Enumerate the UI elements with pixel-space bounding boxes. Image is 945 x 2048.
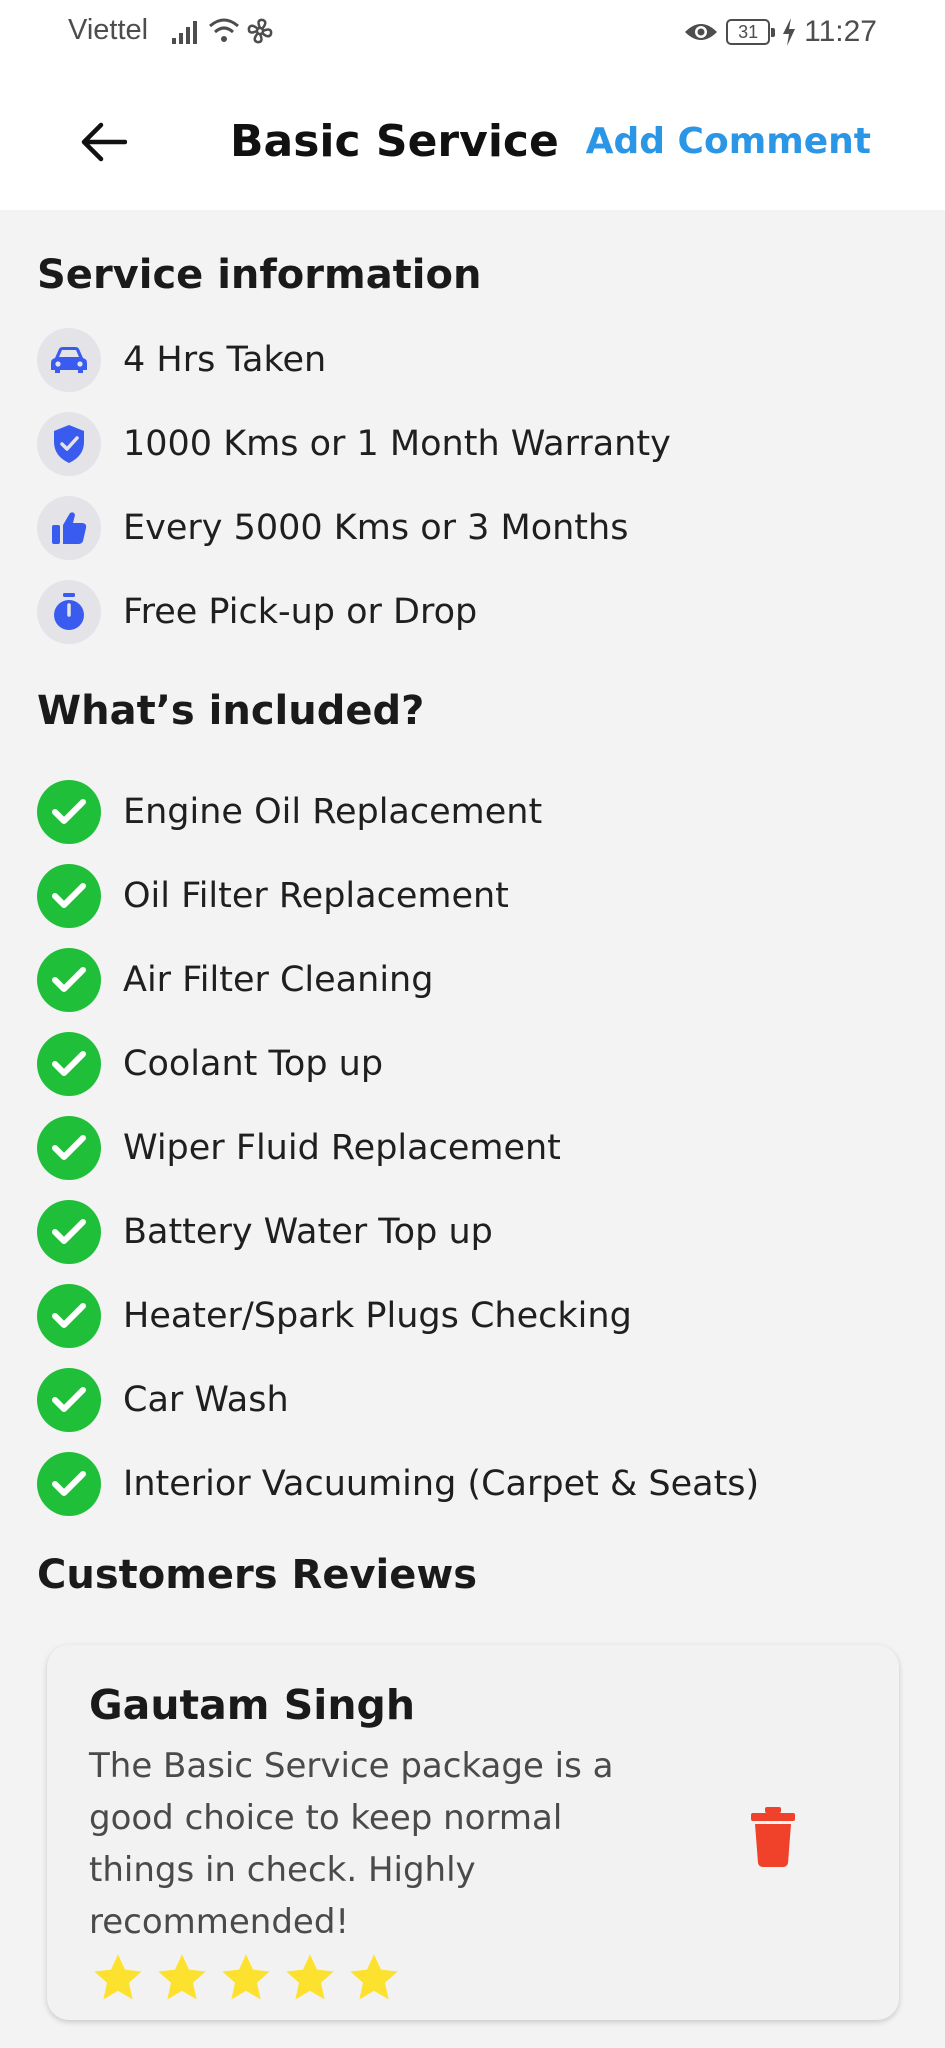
- status-bar: Viettel 31 11:27: [0, 0, 945, 70]
- included-item-text: Heater/Spark Plugs Checking: [123, 1296, 632, 1336]
- service-info-item: Free Pick-up or Drop: [37, 580, 477, 644]
- star-icon: [94, 1954, 142, 2000]
- included-item-text: Oil Filter Replacement: [123, 876, 509, 916]
- included-item-text: Air Filter Cleaning: [123, 960, 434, 1000]
- add-comment-button[interactable]: Add Comment: [586, 110, 871, 174]
- arrow-left-icon: [81, 122, 127, 162]
- included-item: Coolant Top up: [37, 1032, 383, 1096]
- service-info-item: 4 Hrs Taken: [37, 328, 326, 392]
- star-icon: [222, 1954, 270, 2000]
- car-icon: [37, 328, 101, 392]
- included-item-text: Battery Water Top up: [123, 1212, 493, 1252]
- included-item-text: Car Wash: [123, 1380, 289, 1420]
- wifi-icon: [209, 18, 239, 42]
- included-heading: What’s included?: [37, 688, 425, 734]
- delete-review-button[interactable]: [749, 1807, 797, 1867]
- check-circle-icon: [37, 1452, 101, 1516]
- service-info-heading: Service information: [37, 252, 482, 298]
- included-item: Heater/Spark Plugs Checking: [37, 1284, 632, 1348]
- check-circle-icon: [37, 864, 101, 928]
- check-circle-icon: [37, 1284, 101, 1348]
- included-item-text: Wiper Fluid Replacement: [123, 1128, 561, 1168]
- app-bar: Basic Service Add Comment: [0, 70, 945, 210]
- battery-level: 31: [738, 21, 759, 42]
- service-info-item: Every 5000 Kms or 3 Months: [37, 496, 628, 560]
- page-title: Basic Service: [230, 116, 559, 167]
- stopwatch-icon: [37, 580, 101, 644]
- star-icon: [350, 1954, 398, 2000]
- included-item-text: Interior Vacuuming (Carpet & Seats): [123, 1464, 760, 1504]
- trash-icon: [751, 1807, 795, 1867]
- star-rating: [91, 1951, 401, 2005]
- reviewer-name: Gautam Singh: [89, 1681, 416, 1729]
- included-item: Wiper Fluid Replacement: [37, 1116, 561, 1180]
- included-item: Oil Filter Replacement: [37, 864, 509, 928]
- charging-icon: [783, 18, 796, 46]
- check-circle-icon: [37, 1368, 101, 1432]
- shield-check-icon: [37, 412, 101, 476]
- carrier-name: Viettel: [68, 14, 149, 46]
- included-item-text: Engine Oil Replacement: [123, 792, 543, 832]
- check-circle-icon: [37, 1200, 101, 1264]
- check-circle-icon: [37, 1116, 101, 1180]
- check-circle-icon: [37, 1032, 101, 1096]
- included-item: Car Wash: [37, 1368, 289, 1432]
- review-text: The Basic Service package is a good choi…: [89, 1746, 614, 1942]
- included-item: Air Filter Cleaning: [37, 948, 433, 1012]
- service-info-text: Every 5000 Kms or 3 Months: [123, 508, 629, 548]
- back-button[interactable]: [72, 110, 136, 174]
- service-info-text: 1000 Kms or 1 Month Warranty: [123, 424, 671, 464]
- check-circle-icon: [37, 780, 101, 844]
- included-item: Engine Oil Replacement: [37, 780, 542, 844]
- included-item: Interior Vacuuming (Carpet & Seats): [37, 1452, 759, 1516]
- fan-icon: [247, 18, 273, 44]
- eye-icon: [685, 24, 718, 40]
- star-icon: [158, 1954, 206, 2000]
- review-card: Gautam Singh The Basic Service package i…: [47, 1645, 899, 2020]
- included-item: Battery Water Top up: [37, 1200, 493, 1264]
- clock: 11:27: [804, 15, 877, 48]
- included-item-text: Coolant Top up: [123, 1044, 384, 1084]
- star-icon: [286, 1954, 334, 2000]
- reviews-heading: Customers Reviews: [37, 1552, 478, 1598]
- thumbs-up-icon: [37, 496, 101, 560]
- service-info-text: 4 Hrs Taken: [123, 340, 327, 380]
- battery-icon: 31: [726, 19, 776, 45]
- service-info-item: 1000 Kms or 1 Month Warranty: [37, 412, 671, 476]
- signal-icon: [172, 21, 197, 44]
- check-circle-icon: [37, 948, 101, 1012]
- service-info-text: Free Pick-up or Drop: [123, 592, 478, 632]
